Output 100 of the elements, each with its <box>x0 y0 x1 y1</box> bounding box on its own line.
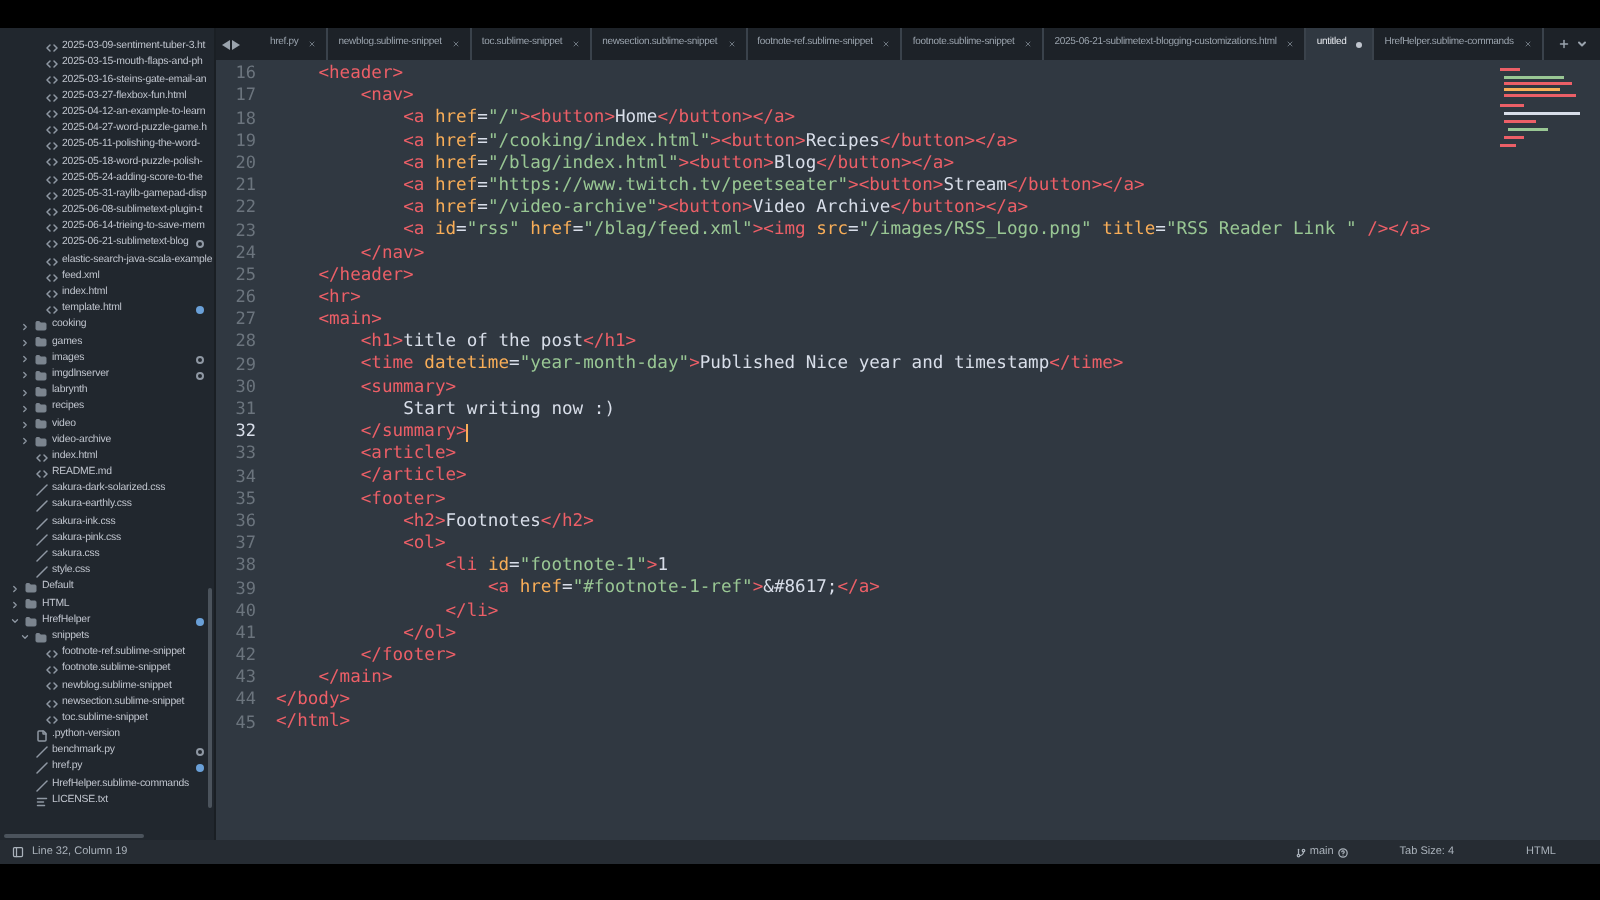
folder-icon <box>34 435 48 448</box>
code-line: <main> <box>316 308 382 332</box>
folder-icon <box>34 386 48 399</box>
code-line: <a id="rss" href="/blag/feed.xml"><img src="/images/RSS_Logo.png" title="RSS Reader Link " /></a> <box>401 218 1431 245</box>
line-number: 19 <box>233 129 256 155</box>
line-number: 16 <box>233 62 256 87</box>
next-tab-icon[interactable] <box>232 39 240 49</box>
code-line: <a href="#footnote-1-ref">&#8617;</a> <box>485 576 880 602</box>
code-line: <ol> <box>401 531 446 558</box>
previous-tab-icon[interactable] <box>222 39 230 49</box>
code-line: <time datetime="year-month-day">Published Nice year and timestamp</time> <box>358 352 1124 379</box>
caret-icon[interactable] <box>20 403 30 414</box>
caret-icon[interactable] <box>10 616 20 627</box>
line-number: 20 <box>233 151 256 177</box>
line-number: 37 <box>233 532 256 557</box>
code-line: </footer> <box>358 643 457 668</box>
text-cursor <box>466 424 469 443</box>
line-number: 28 <box>233 330 256 357</box>
new-tab-icon[interactable] <box>1558 38 1570 50</box>
caret-icon[interactable] <box>20 354 30 365</box>
caret-icon[interactable] <box>10 599 20 610</box>
code-icon <box>46 255 58 268</box>
code-icon <box>46 713 58 726</box>
line-number: 40 <box>233 599 256 625</box>
line-number: 43 <box>233 666 256 691</box>
line-number: 27 <box>233 308 256 333</box>
line-number: 39 <box>233 577 256 603</box>
folder-icon <box>34 418 48 431</box>
code-line: <footer> <box>358 487 446 512</box>
sidebar-toggle-icon[interactable] <box>12 846 24 858</box>
code-line: <summary> <box>358 375 457 401</box>
code-line: </nav> <box>358 241 425 266</box>
code-icon <box>46 58 58 71</box>
folder-icon <box>34 402 48 415</box>
code-line: </header> <box>316 263 414 288</box>
code-line: <h2>Footnotes</h2> <box>401 509 594 534</box>
code-line: </main> <box>316 666 393 690</box>
line-number: 41 <box>233 621 256 647</box>
folder-icon <box>24 615 38 628</box>
code-line: </li> <box>443 599 499 624</box>
code-line: <nav> <box>358 84 414 111</box>
line-number: 29 <box>233 353 256 379</box>
caret-icon[interactable] <box>20 387 30 398</box>
line-number: 42 <box>233 644 256 669</box>
code-line: </html> <box>276 710 351 737</box>
code-line: </body> <box>276 688 351 712</box>
folder-icon <box>24 598 38 611</box>
code-icon <box>46 156 58 169</box>
caret-icon[interactable] <box>20 436 30 447</box>
line-number: 25 <box>233 263 256 289</box>
code-line: Start writing now :) <box>401 397 615 423</box>
caret-icon[interactable] <box>20 632 30 643</box>
caret-icon[interactable] <box>20 419 30 430</box>
code-icon <box>46 271 58 284</box>
code-icon <box>46 74 58 87</box>
help-icon <box>1337 847 1348 857</box>
line-number: 32 <box>233 420 256 445</box>
caret-icon[interactable] <box>20 337 30 348</box>
scrollbar[interactable] <box>208 588 212 808</box>
line-number: 33 <box>233 442 256 469</box>
code-icon <box>46 140 58 153</box>
code-icon <box>46 91 58 104</box>
dropdown-icon[interactable] <box>1576 38 1588 50</box>
folder-icon <box>34 336 48 349</box>
line-number: 18 <box>233 107 256 133</box>
folder-icon <box>34 353 48 366</box>
code-icon <box>46 189 58 202</box>
line-number: 38 <box>233 554 256 581</box>
code-icon <box>46 238 58 251</box>
code-icon <box>46 648 58 661</box>
code-line: </article> <box>358 464 467 490</box>
line-number: 31 <box>233 398 256 423</box>
code-line: <li id="footnote-1">1 <box>443 554 668 578</box>
caret-icon[interactable] <box>20 321 30 332</box>
line-number: 34 <box>233 465 256 491</box>
line-number: 36 <box>233 509 256 535</box>
line-number: 45 <box>233 711 256 737</box>
code-line: <a href="/blag/index.html"><button>Blog</button></a> <box>401 151 954 176</box>
code-icon <box>46 287 58 300</box>
line-number: 35 <box>233 487 256 513</box>
line-number: 30 <box>233 375 256 401</box>
scrollbar[interactable] <box>4 834 144 838</box>
code-icon <box>46 173 58 186</box>
file-icon <box>36 729 48 742</box>
lines-icon <box>36 795 48 808</box>
folder-icon <box>34 320 48 333</box>
code-line: <article> <box>358 442 457 466</box>
code-line: <hr> <box>316 285 361 310</box>
line-number: 22 <box>233 196 256 223</box>
folder-icon <box>24 582 38 595</box>
code-line: <a href="/cooking/index.html"><button>Recipes</button></a> <box>401 129 1018 154</box>
code-icon <box>36 451 48 464</box>
line-number: 24 <box>233 241 256 267</box>
code-line: <a href="https://www.twitch.tv/peetseater"><button>Stream</button></a> <box>401 173 1145 198</box>
code-line: <header> <box>316 62 404 88</box>
code-line: </ol> <box>401 621 457 646</box>
line-number: 21 <box>233 174 256 199</box>
caret-icon[interactable] <box>20 370 30 381</box>
caret-icon[interactable] <box>10 583 20 594</box>
line-number: 23 <box>233 219 256 245</box>
